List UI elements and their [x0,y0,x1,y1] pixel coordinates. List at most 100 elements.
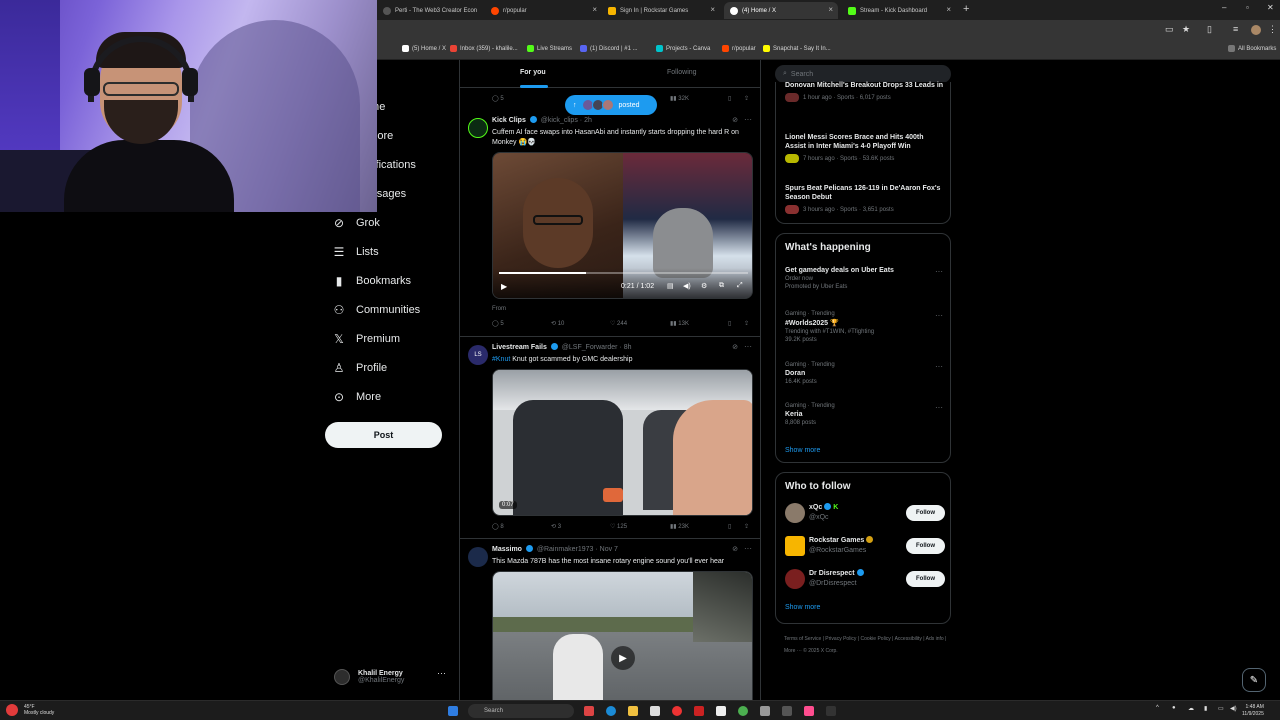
bookmark-item[interactable]: r/popular [722,45,756,52]
tweet[interactable]: Massimo @Rainmaker1973 · Nov 7 ⊘ ··· Thi… [460,539,760,700]
avatar[interactable] [785,503,805,523]
reply-button[interactable]: ◯ 5 [492,320,504,327]
tray-icon[interactable]: ☁ [1188,705,1194,712]
chrome-icon[interactable] [738,706,748,716]
close-window-icon[interactable]: ✕ [1267,3,1274,12]
grok-icon[interactable]: ⊘ [732,545,738,553]
more-dots-icon[interactable]: ··· [437,668,446,678]
minimize-icon[interactable]: – [1222,3,1226,12]
follow-suggestion[interactable]: Dr Disrespect @DrDisrespect Follow [785,568,945,592]
file-explorer-icon[interactable] [628,706,638,716]
bookmark-icon[interactable]: ▯ [728,523,731,530]
avatar[interactable]: LS [468,345,488,365]
pip-icon[interactable]: ⧉ [719,282,724,290]
more-dots-icon[interactable]: ··· [744,544,752,553]
more-dots-icon[interactable]: ··· [744,342,752,351]
grok-icon[interactable]: ⊘ [732,343,738,351]
tab-following[interactable]: Following [667,69,697,76]
author-name[interactable]: Massimo [492,546,522,553]
new-tab-icon[interactable]: + [963,3,969,15]
tweet[interactable]: Kick Clips @kick_clips · 2h ⊘ ··· Cuffem… [460,110,760,337]
chevron-up-icon[interactable]: ^ [1156,705,1159,711]
follow-suggestion[interactable]: Rockstar Games @RockstarGames Follow [785,535,945,559]
app-icon[interactable] [804,706,814,716]
repost-button[interactable]: ⟲ 10 [551,320,564,327]
progress-track[interactable] [499,272,748,274]
author-handle[interactable]: @kick_clips [541,117,578,124]
fullscreen-icon[interactable]: ⤢ [737,282,743,290]
system-clock[interactable]: 1:48 AM 11/9/2025 [1242,704,1264,718]
play-icon[interactable]: ▶ [501,282,507,291]
like-button[interactable]: ♡ 125 [610,523,627,530]
show-more-link[interactable]: Show more [785,604,820,611]
hashtag-link[interactable]: #Knut [492,356,510,363]
reply-button[interactable]: ◯ 5 [492,95,504,102]
tweet-time[interactable]: 8h [624,344,632,351]
tab-close-icon[interactable]: × [710,5,715,14]
views-button[interactable]: ▮▮ 23K [670,523,689,530]
all-bookmarks[interactable]: All Bookmarks [1228,45,1276,52]
tweet[interactable]: LS Livestream Fails @LSF_Forwarder · 8h … [460,337,760,539]
bookmark-item[interactable]: Snapchat - Say It In... [763,45,831,52]
video-player[interactable]: ▶ 0:21 / 1:02 ▤ ◀) ⚙ ⧉ ⤢ [492,152,753,299]
news-item[interactable]: Spurs Beat Pelicans 126-119 in De'Aaron … [785,184,945,214]
nav-communities[interactable]: ⚇ Communities [332,303,421,317]
app-icon[interactable] [716,706,726,716]
video-player[interactable]: 0:07 [492,369,753,516]
tab-close-icon[interactable]: × [592,5,597,14]
store-icon[interactable] [650,706,660,716]
profile-avatar[interactable] [1251,25,1261,35]
more-dots-icon[interactable]: ··· [744,115,752,124]
views-button[interactable]: ▮▮ 13K [670,320,689,327]
share-icon[interactable]: ⇪ [744,320,749,327]
nav-bookmarks[interactable]: ▮ Bookmarks [332,274,411,288]
bookmark-item[interactable]: (1) Discord | #1 ... [580,45,638,52]
views-button[interactable]: ▮▮ 32K [670,95,689,102]
nav-more[interactable]: ⊙ More [332,390,381,404]
tweet-time[interactable]: 2h [584,117,592,124]
repost-button[interactable]: ⟲ 3 [551,523,561,530]
app-icon[interactable] [694,706,704,716]
follow-button[interactable]: Follow [906,571,945,587]
grok-compose-icon[interactable]: ✎ [1242,668,1266,692]
author-handle[interactable]: @LSF_Forwarder [562,344,618,351]
follow-button[interactable]: Follow [906,505,945,521]
author-name[interactable]: Livestream Fails [492,344,547,351]
follow-button[interactable]: Follow [906,538,945,554]
trend-item[interactable]: Gaming · Trending Keria 8,808 posts ··· [785,403,945,426]
author-name[interactable]: Kick Clips [492,117,526,124]
maximize-icon[interactable]: ▫ [1246,3,1249,12]
more-dots-icon[interactable]: ··· [935,403,943,412]
extensions-icon[interactable]: ≡ [1233,24,1238,34]
show-more-link[interactable]: Show more [785,447,820,454]
kebab-menu-icon[interactable]: ⋮ [1268,24,1277,35]
tab-close-icon[interactable]: × [828,5,833,14]
more-dots-icon[interactable]: ··· [935,311,943,320]
avatar[interactable] [468,118,488,138]
avatar[interactable] [785,536,805,556]
app-icon[interactable] [672,706,682,716]
bookmark-item[interactable]: (5) Home / X [402,45,446,52]
avatar[interactable] [468,547,488,567]
bookmark-icon[interactable]: ▯ [728,95,731,102]
captions-icon[interactable]: ▤ [667,282,674,290]
browser-tab[interactable]: Sign In | Rockstar Games × [602,2,720,19]
edge-icon[interactable] [606,706,616,716]
grok-icon[interactable]: ⊘ [732,116,738,124]
tab-close-icon[interactable]: × [946,5,951,14]
bookmark-item[interactable]: Inbox (359) - khalile... [450,45,518,52]
tab-for-you[interactable]: For you [520,69,546,76]
cast-icon[interactable]: ▭ [1165,24,1174,35]
video-player[interactable]: ▶ [492,571,753,700]
play-icon[interactable]: ▶ [611,646,635,670]
more-dots-icon[interactable]: ··· [935,267,943,276]
taskbar-search[interactable]: Search [468,704,574,718]
browser-tab[interactable]: Stream - Kick Dashboard × [842,2,956,19]
trend-item[interactable]: Gaming · Trending Doran 16.4K posts ··· [785,362,945,385]
app-icon[interactable] [782,706,792,716]
bookmark-icon[interactable]: ▯ [728,320,731,327]
volume-icon[interactable]: ◀) [683,282,691,290]
nav-grok[interactable]: ⊘ Grok [332,216,380,230]
bookmark-item[interactable]: Live Streams [527,45,572,52]
avatar[interactable] [785,569,805,589]
